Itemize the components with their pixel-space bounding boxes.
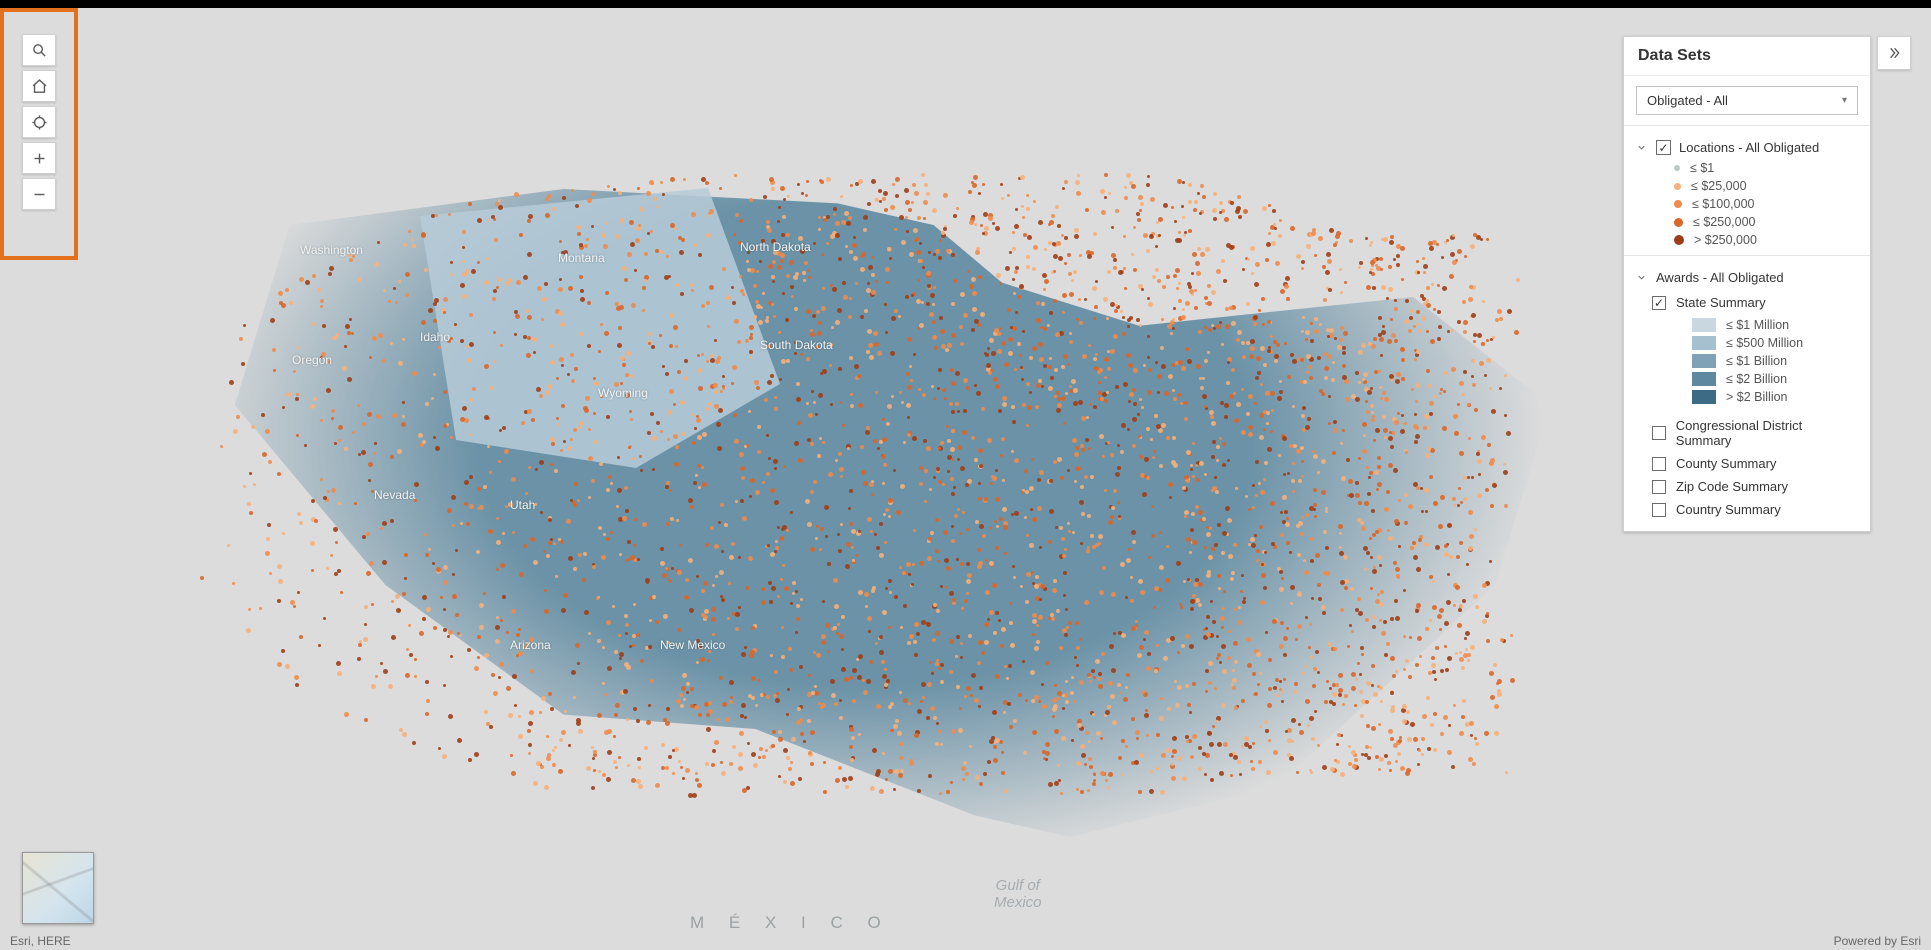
state-label: South Dakota — [760, 338, 833, 352]
chevron-down-icon — [1636, 142, 1648, 153]
basemap-switcher[interactable] — [22, 852, 94, 924]
layer-toggle-locations[interactable]: Locations - All Obligated — [1636, 134, 1858, 161]
legend-swatch — [1674, 200, 1682, 208]
sublayer-state-summary[interactable]: State Summary — [1652, 295, 1858, 310]
legend-swatch — [1692, 318, 1716, 332]
legend-row: ≤ $25,000 — [1674, 179, 1858, 193]
legend-swatch — [1692, 336, 1716, 350]
map-toolbar — [22, 34, 56, 210]
panel-collapse-button[interactable] — [1877, 36, 1911, 70]
plus-icon — [31, 150, 48, 167]
country-label-mexico: M É X I C O — [690, 913, 891, 933]
legend-row: ≤ $1 Million — [1692, 318, 1858, 332]
legend-label: ≤ $100,000 — [1692, 197, 1754, 211]
state-label: New Mexico — [660, 638, 725, 652]
state-label: Utah — [510, 498, 535, 512]
legend-row: ≤ $100,000 — [1674, 197, 1858, 211]
legend-locations: ≤ $1 ≤ $25,000 ≤ $100,000 ≤ $250,000 > $250,… — [1636, 161, 1858, 247]
map-choropleth — [180, 153, 1550, 873]
legend-swatch — [1674, 235, 1684, 245]
legend-label: > $250,000 — [1694, 233, 1757, 247]
legend-swatch — [1692, 372, 1716, 386]
locate-button[interactable] — [22, 106, 56, 138]
legend-row: ≤ $500 Million — [1692, 336, 1858, 350]
sublayer-country-summary[interactable]: Country Summary — [1652, 502, 1858, 517]
layer-label: Awards - All Obligated — [1656, 270, 1858, 285]
data-sets-panel: Data Sets Obligated - All ▾ Locations - … — [1623, 36, 1871, 532]
sublayer-label: County Summary — [1676, 456, 1776, 471]
legend-row: > $250,000 — [1674, 233, 1858, 247]
home-button[interactable] — [22, 70, 56, 102]
layer-label: Locations - All Obligated — [1679, 140, 1858, 155]
state-label: North Dakota — [740, 240, 811, 254]
dataset-dropdown[interactable]: Obligated - All ▾ — [1636, 86, 1858, 115]
legend-label: > $2 Billion — [1726, 390, 1788, 404]
legend-label: ≤ $1 Billion — [1726, 354, 1787, 368]
legend-label: ≤ $250,000 — [1693, 215, 1755, 229]
legend-row: ≤ $250,000 — [1674, 215, 1858, 229]
checkbox-county-summary[interactable] — [1652, 457, 1666, 471]
legend-row: ≤ $2 Billion — [1692, 372, 1858, 386]
sublayer-label: Zip Code Summary — [1676, 479, 1788, 494]
legend-swatch — [1674, 183, 1681, 190]
map-viewport[interactable]: Washington Oregon Idaho Montana Wyoming … — [0, 8, 1931, 950]
locate-icon — [31, 114, 48, 131]
divider — [1624, 125, 1870, 126]
state-label: Wyoming — [598, 386, 648, 400]
state-label: Arizona — [510, 638, 551, 652]
state-label: Washington — [300, 243, 363, 257]
legend-swatch — [1674, 218, 1683, 227]
legend-label: ≤ $1 — [1690, 161, 1714, 175]
sublayer-label: Country Summary — [1676, 502, 1781, 517]
zoom-in-button[interactable] — [22, 142, 56, 174]
sublayer-label: State Summary — [1676, 295, 1766, 310]
legend-label: ≤ $1 Million — [1726, 318, 1789, 332]
sublayer-county-summary[interactable]: County Summary — [1652, 456, 1858, 471]
legend-row: > $2 Billion — [1692, 390, 1858, 404]
zoom-out-button[interactable] — [22, 178, 56, 210]
legend-swatch — [1692, 390, 1716, 404]
legend-label: ≤ $500 Million — [1726, 336, 1803, 350]
chevron-down-icon — [1636, 272, 1648, 283]
attribution-left: Esri, HERE — [10, 934, 71, 948]
panel-title: Data Sets — [1624, 37, 1870, 76]
chevrons-right-icon — [1886, 45, 1902, 61]
legend-state-summary: ≤ $1 Million ≤ $500 Million ≤ $1 Billion ≤ … — [1652, 318, 1858, 404]
home-icon — [31, 78, 48, 95]
layer-toggle-awards[interactable]: Awards - All Obligated — [1636, 264, 1858, 291]
checkbox-state-summary[interactable] — [1652, 296, 1666, 310]
search-icon — [31, 42, 48, 59]
water-label-gulf: Gulf of Mexico — [994, 878, 1042, 911]
sublayer-label: Congressional District Summary — [1676, 418, 1858, 448]
chevron-down-icon: ▾ — [1842, 95, 1847, 106]
sublayer-cd-summary[interactable]: Congressional District Summary — [1652, 418, 1858, 448]
legend-swatch — [1692, 354, 1716, 368]
checkbox-cd-summary[interactable] — [1652, 426, 1666, 440]
legend-row: ≤ $1 — [1674, 161, 1858, 175]
checkbox-locations[interactable] — [1656, 140, 1671, 155]
minus-icon — [31, 186, 48, 203]
legend-label: ≤ $25,000 — [1691, 179, 1747, 193]
checkbox-zip-summary[interactable] — [1652, 480, 1666, 494]
checkbox-country-summary[interactable] — [1652, 503, 1666, 517]
search-button[interactable] — [22, 34, 56, 66]
legend-swatch — [1674, 165, 1680, 171]
state-label: Idaho — [420, 330, 450, 344]
legend-label: ≤ $2 Billion — [1726, 372, 1787, 386]
dropdown-selected: Obligated - All — [1647, 93, 1728, 108]
state-label: Oregon — [292, 353, 332, 367]
sublayer-zip-summary[interactable]: Zip Code Summary — [1652, 479, 1858, 494]
legend-row: ≤ $1 Billion — [1692, 354, 1858, 368]
state-label: Montana — [558, 251, 605, 265]
state-label: Nevada — [374, 488, 415, 502]
divider — [1624, 255, 1870, 256]
attribution-right: Powered by Esri — [1834, 934, 1921, 948]
